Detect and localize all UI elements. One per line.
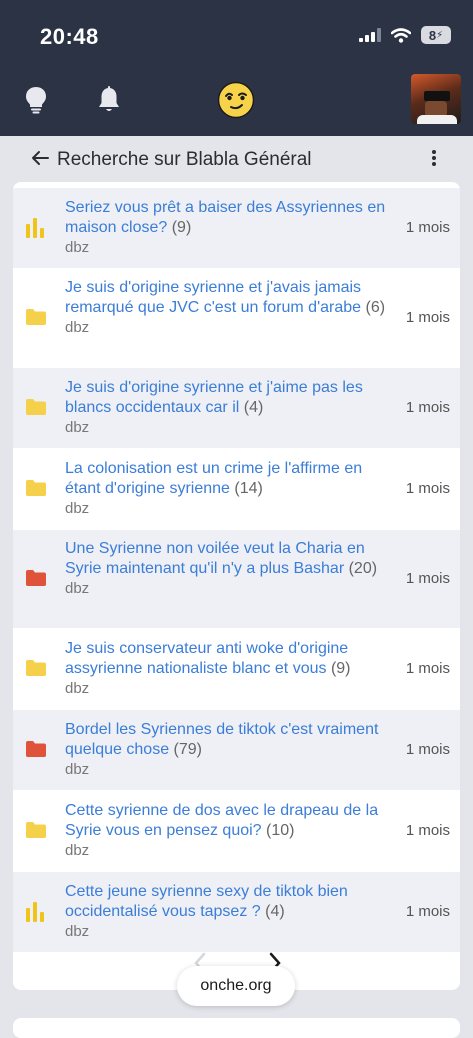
topic-content: Je suis conservateur anti woke d'origine… bbox=[65, 639, 395, 697]
topic-author[interactable]: dbz bbox=[65, 500, 395, 517]
reply-count: (9) bbox=[326, 659, 351, 677]
topic-age: 1 mois bbox=[405, 480, 450, 497]
avatar-shirt bbox=[417, 115, 457, 124]
next-card bbox=[13, 1018, 460, 1038]
topic-content: Une Syrienne non voilée veut la Charia e… bbox=[65, 539, 395, 597]
lightbulb-icon[interactable] bbox=[25, 86, 47, 114]
folder-icon bbox=[26, 480, 46, 496]
topic-content: Je suis d'origine syrienne et j'avais ja… bbox=[65, 278, 395, 336]
topic-author[interactable]: dbz bbox=[65, 680, 395, 697]
smiley-logo-icon[interactable] bbox=[217, 81, 255, 119]
battery-indicator: 8 ⚡ bbox=[421, 26, 451, 44]
status-time: 20:48 bbox=[40, 24, 99, 49]
status-icons: 8 ⚡ bbox=[359, 26, 451, 44]
topic-title[interactable]: Bordel les Syriennes de tiktok c'est vra… bbox=[65, 720, 395, 759]
topic-title-text[interactable]: Seriez vous prêt a baiser des Assyrienne… bbox=[65, 199, 385, 236]
topic-title-text[interactable]: Cette syrienne de dos avec le drapeau de… bbox=[65, 802, 378, 839]
topic-title-text[interactable]: Je suis d'origine syrienne et j'avais ja… bbox=[65, 279, 361, 316]
topic-title[interactable]: Je suis d'origine syrienne et j'aime pas… bbox=[65, 378, 395, 417]
app-bar bbox=[0, 70, 473, 136]
topic-title[interactable]: Seriez vous prêt a baiser des Assyrienne… bbox=[65, 198, 395, 237]
topic-author[interactable]: dbz bbox=[65, 842, 395, 859]
topic-row[interactable]: Seriez vous prêt a baiser des Assyrienne… bbox=[13, 188, 460, 269]
topic-content: Bordel les Syriennes de tiktok c'est vra… bbox=[65, 720, 395, 778]
folder-icon bbox=[26, 741, 46, 757]
topic-row[interactable]: Je suis d'origine syrienne et j'avais ja… bbox=[13, 269, 460, 368]
folder-icon bbox=[26, 570, 46, 586]
more-options-icon[interactable] bbox=[431, 150, 437, 168]
topic-title-text[interactable]: Bordel les Syriennes de tiktok c'est vra… bbox=[65, 721, 378, 758]
topic-row[interactable]: Cette jeune syrienne sexy de tiktok bien… bbox=[13, 872, 460, 953]
topic-age: 1 mois bbox=[405, 309, 450, 326]
topic-age: 1 mois bbox=[405, 741, 450, 758]
topic-content: Cette syrienne de dos avec le drapeau de… bbox=[65, 801, 395, 859]
folder-icon bbox=[26, 399, 46, 415]
topic-title[interactable]: Cette syrienne de dos avec le drapeau de… bbox=[65, 801, 395, 840]
topic-content: Cette jeune syrienne sexy de tiktok bien… bbox=[65, 882, 395, 940]
topic-author[interactable]: dbz bbox=[65, 923, 395, 940]
folder-icon bbox=[26, 309, 46, 325]
topic-content: La colonisation est un crime je l'affirm… bbox=[65, 459, 395, 517]
reply-count: (79) bbox=[169, 740, 202, 758]
topic-author[interactable]: dbz bbox=[65, 319, 395, 336]
topic-title[interactable]: La colonisation est un crime je l'affirm… bbox=[65, 459, 395, 498]
folder-icon bbox=[26, 822, 46, 838]
reply-count: (6) bbox=[361, 298, 386, 316]
poll-icon bbox=[26, 902, 44, 922]
topic-row[interactable]: Cette syrienne de dos avec le drapeau de… bbox=[13, 791, 460, 872]
topic-age: 1 mois bbox=[405, 570, 450, 587]
topic-age: 1 mois bbox=[405, 903, 450, 920]
topic-author[interactable]: dbz bbox=[65, 239, 395, 256]
topic-content: Seriez vous prêt a baiser des Assyrienne… bbox=[65, 198, 395, 256]
status-bar: 20:48 8 ⚡ bbox=[0, 0, 473, 70]
folder-icon bbox=[26, 660, 46, 676]
topic-title[interactable]: Cette jeune syrienne sexy de tiktok bien… bbox=[65, 882, 395, 921]
back-arrow-icon[interactable] bbox=[31, 150, 49, 166]
browser-url-bar[interactable]: onche.org bbox=[177, 966, 295, 1006]
browser-url: onche.org bbox=[200, 977, 272, 994]
page-title: Recherche sur Blabla Général bbox=[57, 149, 312, 170]
topic-age: 1 mois bbox=[405, 219, 450, 236]
topic-age: 1 mois bbox=[405, 660, 450, 677]
topic-age: 1 mois bbox=[405, 399, 450, 416]
topic-title-text[interactable]: Cette jeune syrienne sexy de tiktok bien… bbox=[65, 883, 348, 920]
reply-count: (4) bbox=[260, 902, 285, 920]
reply-count: (14) bbox=[229, 479, 263, 497]
bell-icon[interactable] bbox=[97, 86, 121, 114]
topic-row[interactable]: Je suis d'origine syrienne et j'aime pas… bbox=[13, 368, 460, 449]
topic-author[interactable]: dbz bbox=[65, 419, 395, 436]
signal-icon bbox=[359, 28, 381, 42]
battery-level: 8 bbox=[428, 27, 437, 43]
topic-list-card: Seriez vous prêt a baiser des Assyrienne… bbox=[13, 182, 460, 990]
topic-author[interactable]: dbz bbox=[65, 580, 395, 597]
topic-row[interactable]: Bordel les Syriennes de tiktok c'est vra… bbox=[13, 710, 460, 791]
topic-row[interactable]: Je suis conservateur anti woke d'origine… bbox=[13, 629, 460, 710]
page-header: Recherche sur Blabla Général bbox=[0, 136, 473, 182]
wifi-icon bbox=[391, 27, 411, 43]
charging-icon: ⚡ bbox=[436, 29, 444, 41]
topic-title-text[interactable]: Une Syrienne non voilée veut la Charia e… bbox=[65, 540, 365, 577]
topic-content: Je suis d'origine syrienne et j'aime pas… bbox=[65, 378, 395, 436]
avatar[interactable] bbox=[411, 74, 461, 124]
reply-count: (4) bbox=[239, 398, 264, 416]
topic-row[interactable]: Une Syrienne non voilée veut la Charia e… bbox=[13, 530, 460, 629]
topic-age: 1 mois bbox=[405, 822, 450, 839]
topic-title-text[interactable]: Je suis conservateur anti woke d'origine… bbox=[65, 640, 348, 677]
topic-author[interactable]: dbz bbox=[65, 761, 395, 778]
topic-title[interactable]: Je suis d'origine syrienne et j'avais ja… bbox=[65, 278, 395, 317]
poll-icon bbox=[26, 218, 44, 238]
topic-title-text[interactable]: Je suis d'origine syrienne et j'aime pas… bbox=[65, 379, 363, 416]
reply-count: (9) bbox=[167, 218, 192, 236]
topic-list: Seriez vous prêt a baiser des Assyrienne… bbox=[13, 188, 460, 953]
reply-count: (20) bbox=[344, 559, 378, 577]
topic-row[interactable]: La colonisation est un crime je l'affirm… bbox=[13, 449, 460, 530]
reply-count: (10) bbox=[261, 821, 295, 839]
topic-title-text[interactable]: La colonisation est un crime je l'affirm… bbox=[65, 460, 362, 497]
topic-title[interactable]: Une Syrienne non voilée veut la Charia e… bbox=[65, 539, 395, 578]
topic-title[interactable]: Je suis conservateur anti woke d'origine… bbox=[65, 639, 395, 678]
avatar-cap bbox=[424, 91, 450, 101]
